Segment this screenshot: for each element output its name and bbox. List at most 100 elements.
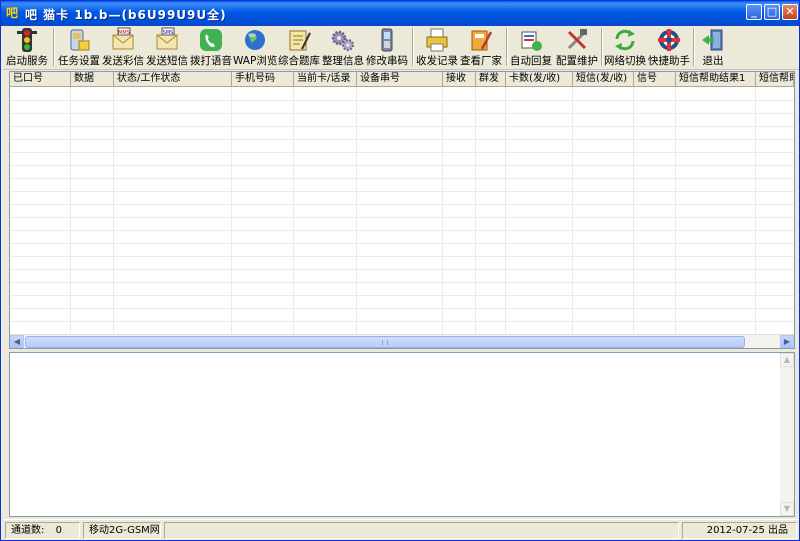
wap-browse-button[interactable]: WAP浏览 bbox=[233, 26, 277, 70]
tb-label-voice: 拨打语音 bbox=[190, 55, 232, 67]
grid-row-line bbox=[10, 269, 794, 270]
config-maintenance-button[interactable]: 配置维护 bbox=[555, 26, 599, 70]
svg-text:SMS: SMS bbox=[163, 30, 174, 36]
sim-card-icon bbox=[70, 29, 90, 51]
status-network: 移动2G-GSM网 bbox=[83, 522, 161, 539]
tb-label-vendor: 查看厂家 bbox=[460, 55, 502, 67]
exit-button[interactable]: 退出 bbox=[695, 26, 731, 70]
tb-label-exit: 退出 bbox=[702, 55, 724, 67]
col-header-port[interactable]: 已口号 bbox=[10, 72, 71, 87]
scroll-grip-icon bbox=[382, 340, 388, 345]
scroll-up-arrow[interactable]: ▲ bbox=[780, 353, 794, 367]
horizontal-scrollbar[interactable]: ◀ ▶ bbox=[10, 334, 794, 348]
quick-helper-button[interactable]: 快捷助手 bbox=[647, 26, 691, 70]
minimize-button[interactable]: _ bbox=[746, 4, 762, 20]
channels-count: 0 bbox=[55, 525, 62, 536]
grid-row-line bbox=[10, 100, 794, 101]
status-channels: 通道数: 0 bbox=[5, 522, 80, 539]
col-header-data[interactable]: 数据 bbox=[71, 72, 114, 87]
svg-text:MMS: MMS bbox=[118, 30, 130, 36]
tb-label-bank: 综合题库 bbox=[278, 55, 320, 67]
grid-row-line bbox=[10, 308, 794, 309]
col-header-status[interactable]: 状态/工作状态 bbox=[114, 72, 232, 87]
tb-label-start: 启动服务 bbox=[6, 55, 48, 67]
refresh-arrows-icon bbox=[615, 29, 635, 51]
tb-label-task: 任务设置 bbox=[58, 55, 100, 67]
col-header-cards[interactable]: 卡数(发/收) bbox=[506, 72, 573, 87]
tb-label-log: 收发记录 bbox=[416, 55, 458, 67]
grid-column-line bbox=[70, 87, 71, 334]
tb-label-wap: WAP浏览 bbox=[233, 55, 278, 67]
grid-column-line bbox=[113, 87, 114, 334]
grid-row-line bbox=[10, 217, 794, 218]
send-mms-button[interactable]: MMS 发送彩信 bbox=[101, 26, 145, 70]
notebook-icon bbox=[471, 30, 493, 51]
horizontal-scroll-thumb[interactable] bbox=[25, 336, 745, 348]
col-header-group[interactable]: 群发 bbox=[476, 72, 506, 87]
toolbar-separator bbox=[506, 28, 508, 66]
grid-row-line bbox=[10, 152, 794, 153]
grid-row-line bbox=[10, 165, 794, 166]
scroll-right-arrow[interactable]: ▶ bbox=[780, 335, 794, 348]
mobile-phone-icon bbox=[381, 28, 393, 52]
log-panel[interactable]: ▲ ▼ bbox=[9, 352, 795, 517]
grid-column-line bbox=[356, 87, 357, 334]
grid-row-line bbox=[10, 321, 794, 322]
col-header-phone[interactable]: 手机号码 bbox=[232, 72, 294, 87]
mms-envelope-icon: MMS bbox=[112, 27, 134, 50]
grid-column-line bbox=[293, 87, 294, 334]
grid-row-line bbox=[10, 139, 794, 140]
scroll-down-arrow[interactable]: ▼ bbox=[780, 502, 794, 516]
channel-grid[interactable]: 已口号 数据 状态/工作状态 手机号码 当前卡/话录 设备串号 接收 群发 卡数… bbox=[9, 71, 795, 349]
traffic-light-icon bbox=[17, 28, 37, 52]
notepad-icon bbox=[289, 30, 311, 51]
col-header-receive[interactable]: 接收 bbox=[443, 72, 476, 87]
grid-column-line bbox=[231, 87, 232, 334]
gears-icon bbox=[331, 30, 354, 51]
auto-reply-icon bbox=[521, 31, 542, 51]
tb-label-mms: 发送彩信 bbox=[102, 55, 144, 67]
question-bank-button[interactable]: 综合题库 bbox=[277, 26, 321, 70]
grid-row-line bbox=[10, 230, 794, 231]
tb-label-organize: 整理信息 bbox=[322, 55, 364, 67]
send-sms-button[interactable]: SMS 发送短信 bbox=[145, 26, 189, 70]
app-window: 吧 吧 猫卡 1b.b—(b6U99U9U全) _ □ ✕ 启动服务 任务设置 bbox=[0, 0, 800, 541]
view-vendor-button[interactable]: 查看厂家 bbox=[459, 26, 503, 70]
organize-info-button[interactable]: 整理信息 bbox=[321, 26, 365, 70]
send-receive-log-button[interactable]: 收发记录 bbox=[415, 26, 459, 70]
main-toolbar: 启动服务 任务设置 MMS 发送彩信 SMS 发送短信 拨打语音 WAP浏览 综… bbox=[3, 26, 799, 70]
grid-row-line bbox=[10, 126, 794, 127]
grid-row-line bbox=[10, 295, 794, 296]
grid-column-line bbox=[572, 87, 573, 334]
toolbar-separator bbox=[53, 28, 55, 66]
tb-label-sms: 发送短信 bbox=[146, 55, 188, 67]
grid-row-line bbox=[10, 243, 794, 244]
toolbar-separator bbox=[412, 28, 414, 66]
col-header-sms[interactable]: 短信(发/收) bbox=[573, 72, 634, 87]
grid-body[interactable] bbox=[10, 87, 794, 334]
vertical-scrollbar[interactable]: ▲ ▼ bbox=[780, 353, 794, 516]
task-settings-button[interactable]: 任务设置 bbox=[57, 26, 101, 70]
col-header-signal[interactable]: 信号 bbox=[634, 72, 676, 87]
col-header-result1[interactable]: 短信帮助结果1 bbox=[676, 72, 756, 87]
scroll-left-arrow[interactable]: ◀ bbox=[10, 335, 24, 348]
tb-label-config: 配置维护 bbox=[556, 55, 598, 67]
start-service-button[interactable]: 启动服务 bbox=[5, 26, 49, 70]
grid-row-line bbox=[10, 204, 794, 205]
phone-icon bbox=[200, 29, 222, 51]
grid-column-line bbox=[755, 87, 756, 334]
col-header-result2[interactable]: 短信帮助结果 bbox=[756, 72, 794, 87]
auto-reply-button[interactable]: 自动回复 bbox=[509, 26, 553, 70]
modify-imei-button[interactable]: 修改串码 bbox=[365, 26, 409, 70]
app-logo-icon: 吧 bbox=[6, 6, 19, 20]
grid-row-line bbox=[10, 282, 794, 283]
grid-column-line bbox=[442, 87, 443, 334]
maximize-button[interactable]: □ bbox=[764, 4, 780, 20]
tools-icon bbox=[567, 29, 587, 50]
col-header-current[interactable]: 当前卡/话录 bbox=[294, 72, 357, 87]
network-switch-button[interactable]: 网络切换 bbox=[603, 26, 647, 70]
col-header-imei[interactable]: 设备串号 bbox=[357, 72, 443, 87]
title-bar[interactable]: 吧 吧 猫卡 1b.b—(b6U99U9U全) _ □ ✕ bbox=[1, 1, 799, 26]
voice-call-button[interactable]: 拨打语音 bbox=[189, 26, 233, 70]
close-button[interactable]: ✕ bbox=[782, 4, 798, 20]
